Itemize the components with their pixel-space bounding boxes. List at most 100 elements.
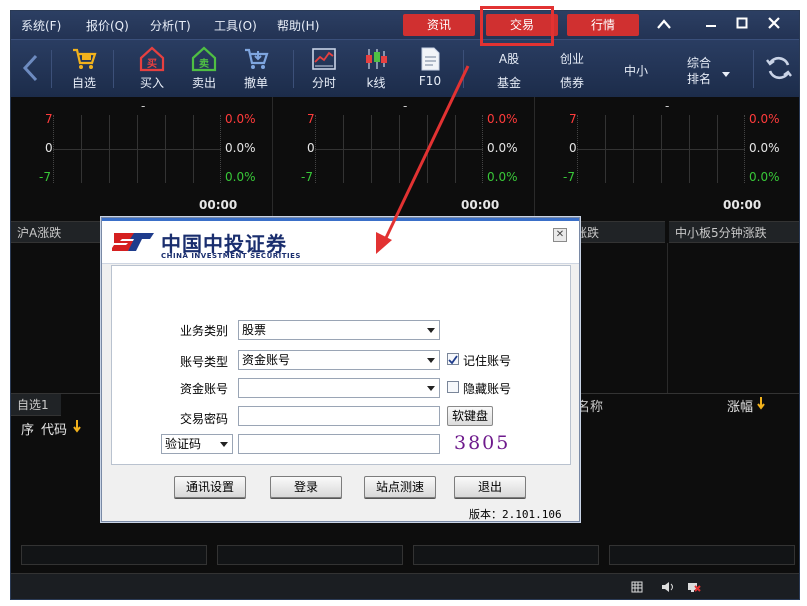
mini-chart-2: - 7 0 -7 0.0% 0.0% 0.0% 00:00: [273, 97, 535, 221]
exit-button[interactable]: 退出: [454, 476, 526, 498]
composite-rank-label-2[interactable]: 排名: [676, 70, 722, 87]
pct-bot: 0.0%: [749, 170, 780, 184]
site-speed-test-button[interactable]: 站点测速: [364, 476, 436, 498]
sort-down-icon: [73, 419, 81, 436]
login-button[interactable]: 登录: [270, 476, 342, 498]
chevron-down-icon: [427, 358, 435, 363]
sell-button[interactable]: 卖 卖出: [181, 46, 227, 94]
menu-help[interactable]: 帮助(H): [277, 17, 319, 34]
password-input[interactable]: [238, 406, 440, 426]
tab-watchlist-1[interactable]: 自选1: [11, 394, 61, 416]
watchlist-label: 自选: [71, 76, 96, 90]
fund-account-select[interactable]: [238, 378, 440, 398]
kline-button[interactable]: k线: [353, 46, 399, 94]
bond-button[interactable]: 债券: [549, 74, 595, 91]
collapse-icon[interactable]: [653, 15, 675, 35]
minimize-icon[interactable]: [700, 15, 722, 35]
menu-quote[interactable]: 报价(Q): [86, 17, 129, 34]
y-tick-top: 7: [45, 112, 53, 126]
hide-account-label: 隐藏账号: [463, 382, 512, 396]
ticker-box-1: [21, 545, 207, 565]
menu-bar: 系统(F) 报价(Q) 分析(T) 工具(O) 帮助(H) 资讯 交易 行情: [11, 11, 799, 39]
check-icon: [448, 355, 458, 365]
dialog-title-bar: 中国中投证券 CHINA INVESTMENT SECURITIES ✕: [102, 218, 579, 264]
time-label: 00:00: [723, 198, 762, 212]
account-type-select[interactable]: 资金账号: [238, 350, 440, 370]
speaker-icon[interactable]: [661, 581, 675, 596]
y-tick-mid: 0: [45, 141, 53, 155]
fund-account-label: 资金账号: [179, 382, 228, 396]
candlestick-icon: [366, 49, 387, 69]
refresh-icon[interactable]: [765, 54, 793, 85]
dialog-close-button[interactable]: ✕: [553, 228, 567, 242]
captcha-image[interactable]: 3805: [454, 432, 510, 454]
col-seq[interactable]: 序: [21, 419, 34, 438]
close-icon[interactable]: [763, 15, 785, 35]
y-tick-top: 7: [569, 112, 577, 126]
cancel-order-icon: [245, 48, 269, 69]
col-code[interactable]: 代码: [41, 419, 67, 438]
trade-button[interactable]: 交易: [486, 14, 558, 36]
time-label: 00:00: [199, 198, 238, 212]
pct-bot: 0.0%: [225, 170, 256, 184]
f10-label: F10: [418, 74, 442, 88]
y-tick-top: 7: [307, 112, 315, 126]
status-bar: [11, 573, 799, 599]
y-tick-mid: 0: [569, 141, 577, 155]
document-icon: [421, 47, 440, 71]
captcha-type-select[interactable]: 验证码: [161, 434, 233, 454]
captcha-input[interactable]: [238, 434, 440, 454]
menu-analysis[interactable]: 分析(T): [150, 17, 191, 34]
grid-icon[interactable]: [631, 581, 643, 596]
col-change[interactable]: 涨幅: [727, 396, 753, 415]
captcha-type-value: 验证码: [165, 437, 202, 451]
mini-chart-dash: -: [403, 99, 408, 113]
business-type-select[interactable]: 股票: [238, 320, 440, 340]
intraday-button[interactable]: 分时: [301, 46, 347, 94]
pct-bot: 0.0%: [487, 170, 518, 184]
pct-mid: 0.0%: [487, 141, 518, 155]
mini-chart-3: - 7 0 -7 0.0% 0.0% 0.0% 00:00: [535, 97, 799, 221]
login-dialog: 中国中投证券 CHINA INVESTMENT SECURITIES ✕ 业务类…: [101, 217, 580, 522]
watchlist-button[interactable]: 自选: [61, 46, 107, 94]
comm-settings-button[interactable]: 通讯设置: [174, 476, 246, 498]
maximize-icon[interactable]: [731, 15, 753, 35]
a-share-button[interactable]: A股: [486, 50, 532, 67]
mini-chart-dash: -: [665, 99, 670, 113]
cancel-order-button[interactable]: 撤单: [233, 46, 279, 94]
network-status-icon[interactable]: [687, 580, 701, 597]
cancel-order-label: 撤单: [243, 76, 268, 90]
password-label: 交易密码: [179, 412, 228, 426]
market-button[interactable]: 行情: [567, 14, 639, 36]
chuangye-button[interactable]: 创业: [549, 50, 595, 67]
menu-system[interactable]: 系统(F): [21, 17, 61, 34]
pct-top: 0.0%: [749, 112, 780, 126]
news-button[interactable]: 资讯: [403, 14, 475, 36]
y-tick-mid: 0: [307, 141, 315, 155]
account-type-label: 账号类型: [179, 355, 228, 369]
buy-button[interactable]: 买 买入: [129, 46, 175, 94]
f10-button[interactable]: F10: [407, 46, 453, 94]
cart-icon: [73, 48, 97, 69]
version-label: 版本：2.101.106: [469, 508, 562, 521]
pct-top: 0.0%: [487, 112, 518, 126]
small-board-header[interactable]: 中小板5分钟涨跌: [669, 221, 799, 243]
mini-chart-1: - 7 0 -7 0.0% 0.0% 0.0% 00:00: [11, 97, 273, 221]
remember-account-checkbox[interactable]: [447, 353, 459, 365]
small-mid-button[interactable]: 中小: [613, 62, 659, 79]
y-tick-bot: -7: [301, 170, 313, 184]
pct-mid: 0.0%: [749, 141, 780, 155]
fund-button[interactable]: 基金: [486, 74, 532, 91]
back-icon[interactable]: [21, 54, 39, 85]
composite-rank-label-1[interactable]: 综合: [676, 54, 722, 71]
col-name[interactable]: 名称: [577, 396, 603, 415]
svg-text:买: 买: [147, 58, 157, 70]
account-type-value: 资金账号: [242, 353, 291, 367]
login-form: 业务类别 股票 账号类型 资金账号 记住账号 资金账号 隐藏账号 交易密码 软键…: [111, 265, 571, 465]
pct-top: 0.0%: [225, 112, 256, 126]
soft-keyboard-button[interactable]: 软键盘: [447, 406, 493, 426]
hide-account-checkbox[interactable]: [447, 381, 459, 393]
chevron-down-icon[interactable]: [721, 68, 731, 82]
menu-tools[interactable]: 工具(O): [214, 17, 257, 34]
ticker-box-4: [609, 545, 795, 565]
